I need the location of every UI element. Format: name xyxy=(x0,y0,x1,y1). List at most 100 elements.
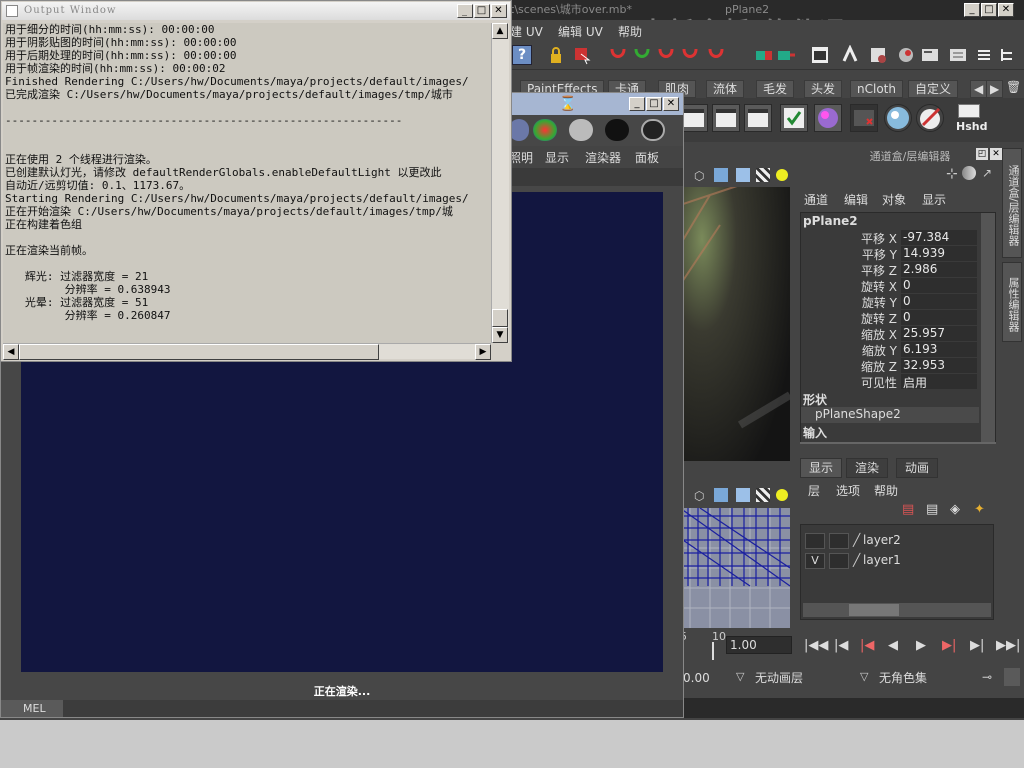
help-icon[interactable]: ? xyxy=(512,45,532,65)
wireframe-cube-icon-2[interactable]: ⬡ xyxy=(694,489,704,503)
attr-row[interactable]: 旋转 Z0 xyxy=(801,310,977,326)
attr-row[interactable]: 平移 X -97.384 xyxy=(801,230,977,246)
menu-help[interactable]: 帮助 xyxy=(618,23,642,40)
snap-view-icon[interactable] xyxy=(680,45,700,65)
snap-curve-icon[interactable] xyxy=(632,45,652,65)
layer-add-icon[interactable]: ◈ xyxy=(950,502,960,517)
shelf-batch-render-icon[interactable] xyxy=(744,104,772,132)
mel-label[interactable]: MEL xyxy=(1,700,63,717)
scroll-right-icon[interactable]: ▶ xyxy=(475,344,491,360)
trash-icon[interactable]: 🗑 xyxy=(1006,80,1021,94)
mel-input[interactable] xyxy=(63,700,683,717)
play-back-icon[interactable]: ◀ xyxy=(888,638,898,653)
cb-scrollbar[interactable] xyxy=(981,213,995,443)
layer-color-icon[interactable]: ╱ xyxy=(853,553,860,567)
cb-float-button[interactable]: ◰ xyxy=(976,148,988,160)
attr-row[interactable]: 缩放 X 25.957 xyxy=(801,326,977,342)
shelf-tab-fluids[interactable]: 流体 xyxy=(706,80,745,98)
shelf-delete-icon[interactable] xyxy=(850,104,878,132)
shelf-clapper-icon[interactable] xyxy=(680,104,708,132)
shelf-tab-custom[interactable]: 自定义 xyxy=(908,80,959,98)
menu-edit-uv[interactable]: 编辑 UV xyxy=(558,23,603,40)
shelf-paint-icon[interactable] xyxy=(916,104,944,132)
ow-minimize-button[interactable]: _ xyxy=(457,4,473,18)
layer-row[interactable]: ╱ layer2 xyxy=(801,531,993,551)
layer-menu-help[interactable]: 帮助 xyxy=(874,482,898,499)
shelf-check-icon[interactable] xyxy=(780,104,808,132)
tool-settings-icon[interactable] xyxy=(948,45,968,65)
cb-menu-edit[interactable]: 编辑 xyxy=(844,191,868,208)
outliner-icon[interactable] xyxy=(998,45,1018,65)
hypershade-icon[interactable] xyxy=(896,45,916,65)
tab-anim-layers[interactable]: 动画 xyxy=(896,458,939,478)
checker-icon[interactable] xyxy=(756,168,770,182)
shelf-render-icon[interactable] xyxy=(712,104,740,132)
rv-maximize-button[interactable]: □ xyxy=(646,97,662,111)
shelf-scroll-right-icon[interactable]: ▶ xyxy=(986,80,1004,98)
hscroll-thumb[interactable] xyxy=(19,344,379,360)
attr-row[interactable]: 旋转 X0 xyxy=(801,278,977,294)
attr-row[interactable]: 平移 Z 2.986 xyxy=(801,262,977,278)
scroll-left-icon[interactable]: ◀ xyxy=(3,344,19,360)
snap-surface-icon[interactable] xyxy=(706,45,726,65)
textured-cube-icon[interactable] xyxy=(736,168,750,182)
output-log[interactable]: 用于细分的时间(hh:mm:ss): 00:00:00 用于阴影贴图的时间(hh:… xyxy=(3,23,491,343)
maximize-button[interactable]: □ xyxy=(981,3,997,17)
render-current-icon[interactable] xyxy=(810,45,830,65)
attr-row[interactable]: 可见性 启用 xyxy=(801,374,977,390)
play-forward-icon[interactable]: ▶ xyxy=(916,638,926,653)
shelf-tab-hair[interactable]: 头发 xyxy=(804,80,843,98)
lock-icon[interactable] xyxy=(546,45,566,65)
wireframe-cube-icon[interactable]: ⬡ xyxy=(694,169,704,183)
light-icon[interactable] xyxy=(776,169,788,181)
prefs-button[interactable] xyxy=(1004,668,1020,686)
tab-attribute-editor[interactable]: 属性编辑器 xyxy=(1002,262,1022,342)
layer-color-icon[interactable]: ╱ xyxy=(853,533,860,547)
input-output-icon[interactable] xyxy=(754,45,774,65)
cb-menu-channels[interactable]: 通道 xyxy=(804,191,828,208)
output-hscrollbar[interactable]: ◀ ▶ xyxy=(3,343,491,360)
light-icon-2[interactable] xyxy=(776,489,788,501)
current-frame-field[interactable]: 1.00 xyxy=(726,636,792,654)
scroll-down-icon[interactable]: ▼ xyxy=(492,327,508,343)
checker-icon-2[interactable] xyxy=(756,488,770,502)
key-icon[interactable]: ⊸ xyxy=(982,670,992,684)
layer-name[interactable]: layer1 xyxy=(863,553,901,567)
go-end-icon[interactable]: ▶▶| xyxy=(996,638,1020,653)
layer-row[interactable]: V ╱ layer1 xyxy=(801,551,993,571)
new-layer-icon[interactable]: ▤ xyxy=(902,502,914,517)
rv-minimize-button[interactable]: _ xyxy=(629,97,645,111)
snap-point-icon[interactable] xyxy=(656,45,676,65)
top-viewport[interactable] xyxy=(680,508,790,628)
shelf-tab-ncloth[interactable]: nCloth xyxy=(850,80,903,98)
shelf-tab-fur[interactable]: 毛发 xyxy=(756,80,795,98)
attribute-editor-icon[interactable] xyxy=(920,45,940,65)
attr-row[interactable]: 缩放 Z 32.953 xyxy=(801,358,977,374)
attr-row[interactable]: 缩放 Y 6.193 xyxy=(801,342,977,358)
cb-menu-show[interactable]: 显示 xyxy=(922,191,946,208)
object-name[interactable]: pPlane2 xyxy=(803,214,858,228)
layer-add-selected-icon[interactable]: ✦ xyxy=(974,502,985,517)
scroll-thumb[interactable] xyxy=(492,309,508,327)
layer-menu-options[interactable]: 选项 xyxy=(836,482,860,499)
layer-name[interactable]: layer2 xyxy=(863,533,901,547)
dropdown-icon[interactable]: ▽ xyxy=(736,670,744,683)
layer-stack-icon[interactable]: ▤ xyxy=(926,502,938,517)
scroll-up-icon[interactable]: ▲ xyxy=(492,23,508,39)
shelf-hypershade-icon[interactable]: Hshd xyxy=(954,102,988,136)
outline-ball-icon[interactable] xyxy=(641,119,665,141)
shading-ball-icon[interactable] xyxy=(962,166,976,180)
construction-history-icon[interactable] xyxy=(776,45,796,65)
range-field[interactable]: 0.00 xyxy=(680,670,730,688)
snap-grid-icon[interactable] xyxy=(608,45,628,65)
rv-menu-lighting[interactable]: 照明 xyxy=(509,149,533,166)
cb-close-button[interactable]: ✕ xyxy=(990,148,1002,160)
step-back-icon[interactable]: |◀ xyxy=(834,638,848,653)
black-ball-icon[interactable] xyxy=(605,119,629,141)
rv-close-button[interactable]: ✕ xyxy=(663,97,679,111)
rv-menu-renderer[interactable]: 渲染器 xyxy=(585,149,621,166)
ow-close-button[interactable]: ✕ xyxy=(491,4,507,18)
attr-row[interactable]: 旋转 Y0 xyxy=(801,294,977,310)
anim-layer-dropdown[interactable]: 无动画层 xyxy=(752,670,856,688)
layer-menu-layers[interactable]: 层 xyxy=(808,482,820,499)
